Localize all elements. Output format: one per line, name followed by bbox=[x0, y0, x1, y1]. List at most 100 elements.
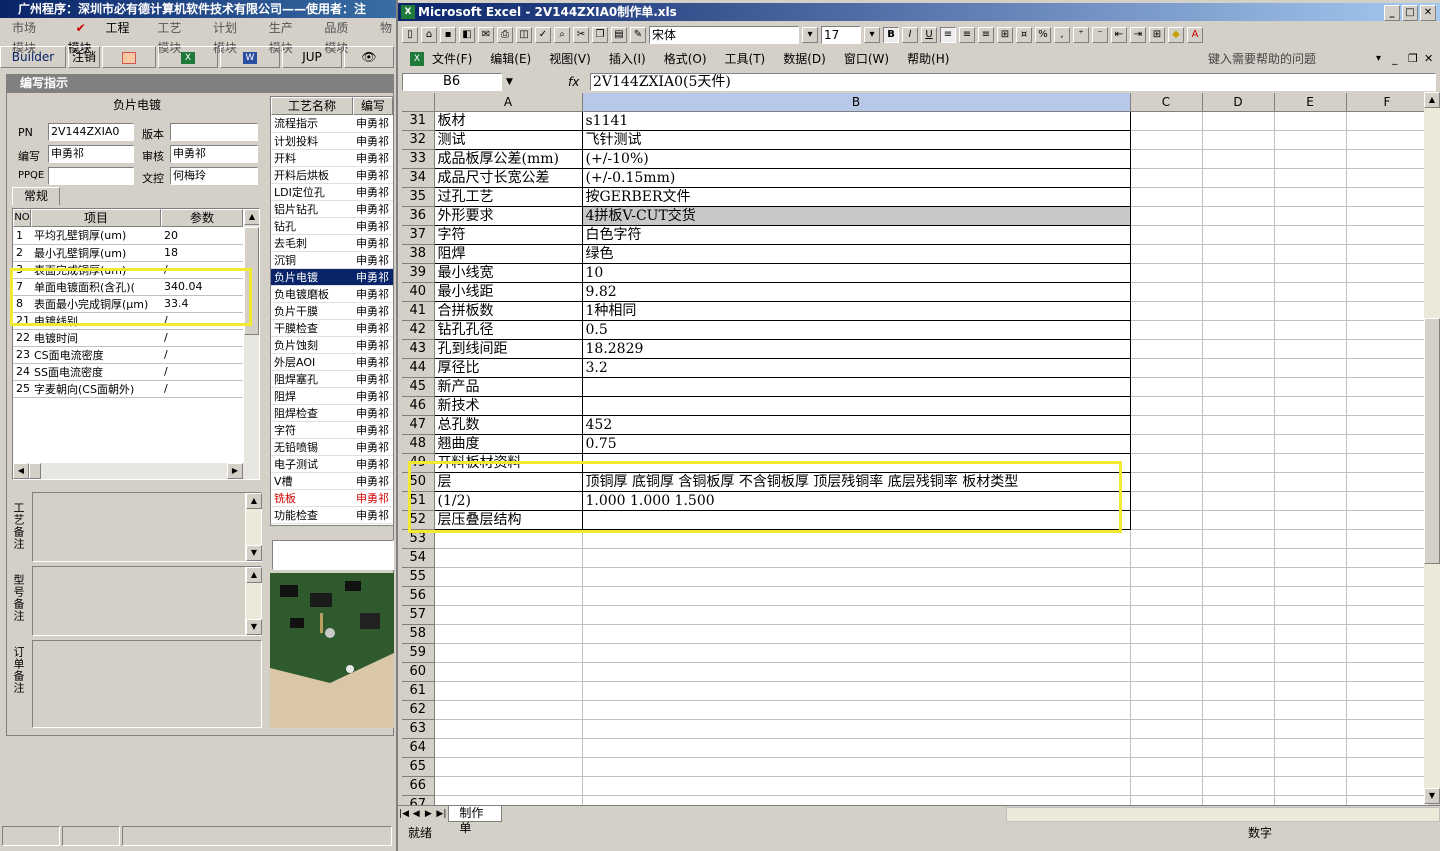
merge-center-icon[interactable]: ⊞ bbox=[997, 27, 1013, 43]
cell-c[interactable] bbox=[1130, 510, 1203, 530]
column-header-a[interactable]: A bbox=[434, 93, 583, 112]
cell-e[interactable] bbox=[1274, 776, 1347, 796]
process-row[interactable]: 沉铜 申勇祁 bbox=[271, 251, 393, 269]
cell-f[interactable] bbox=[1346, 643, 1428, 663]
row-header[interactable]: 41 bbox=[402, 301, 435, 321]
cell-c[interactable] bbox=[1130, 757, 1203, 777]
cell-f[interactable] bbox=[1346, 263, 1428, 283]
increase-decimal-icon[interactable]: ⁺ bbox=[1073, 27, 1089, 43]
params-row[interactable]: 2 最小孔壁铜厚(um) 18 bbox=[13, 244, 243, 262]
cell-b[interactable]: 0.5 bbox=[582, 320, 1131, 340]
cell-b[interactable] bbox=[582, 605, 1131, 625]
row-header[interactable]: 55 bbox=[402, 567, 435, 587]
italic-icon[interactable]: I bbox=[902, 27, 918, 43]
process-row[interactable]: 铣板 申勇祁 bbox=[271, 489, 393, 507]
cell-d[interactable] bbox=[1202, 168, 1275, 188]
doc-control-field[interactable]: 何梅玲 bbox=[170, 167, 258, 185]
font-color-icon[interactable]: A bbox=[1187, 27, 1203, 43]
cell-b[interactable] bbox=[582, 757, 1131, 777]
sheet-scroll-thumb[interactable] bbox=[1424, 318, 1440, 564]
cell-d[interactable] bbox=[1202, 529, 1275, 549]
row-header[interactable]: 43 bbox=[402, 339, 435, 359]
cell-b[interactable]: 飞针测试 bbox=[582, 130, 1131, 150]
cell-b[interactable]: 3.2 bbox=[582, 358, 1131, 378]
cell-f[interactable] bbox=[1346, 453, 1428, 473]
cell-f[interactable] bbox=[1346, 320, 1428, 340]
cell-d[interactable] bbox=[1202, 225, 1275, 245]
ppt-button[interactable] bbox=[102, 46, 156, 68]
minimize-icon[interactable]: _ bbox=[1384, 5, 1400, 21]
cell-e[interactable] bbox=[1274, 130, 1347, 150]
cell-c[interactable] bbox=[1130, 624, 1203, 644]
close-icon[interactable]: ✕ bbox=[1420, 5, 1436, 21]
cell-c[interactable] bbox=[1130, 700, 1203, 720]
row-header[interactable]: 54 bbox=[402, 548, 435, 568]
cell-a[interactable] bbox=[434, 757, 583, 777]
cell-f[interactable] bbox=[1346, 377, 1428, 397]
cell-d[interactable] bbox=[1202, 187, 1275, 207]
cell-a[interactable]: 钻孔孔径 bbox=[434, 320, 583, 340]
cell-f[interactable] bbox=[1346, 491, 1428, 511]
cell-e[interactable] bbox=[1274, 434, 1347, 454]
cell-a[interactable]: 最小线宽 bbox=[434, 263, 583, 283]
cell-a[interactable] bbox=[434, 624, 583, 644]
process-row[interactable]: 铝片钻孔 申勇祁 bbox=[271, 200, 393, 218]
process-search-field[interactable] bbox=[272, 540, 394, 570]
permission-icon[interactable]: ◧ bbox=[459, 27, 475, 43]
memo2-down-icon[interactable]: ▼ bbox=[246, 619, 262, 635]
menu-quality[interactable]: 品质模块 bbox=[316, 18, 368, 55]
cell-f[interactable] bbox=[1346, 301, 1428, 321]
decrease-decimal-icon[interactable]: ⁻ bbox=[1092, 27, 1108, 43]
research-icon[interactable]: ⌕ bbox=[554, 27, 570, 43]
increase-indent-icon[interactable]: ⇥ bbox=[1130, 27, 1146, 43]
row-header[interactable]: 44 bbox=[402, 358, 435, 378]
word-button[interactable]: W bbox=[220, 46, 280, 68]
row-header[interactable]: 35 bbox=[402, 187, 435, 207]
cell-c[interactable] bbox=[1130, 263, 1203, 283]
row-header[interactable]: 31 bbox=[402, 111, 435, 131]
new-icon[interactable]: ▯ bbox=[402, 27, 418, 43]
process-row[interactable]: V槽 申勇祁 bbox=[271, 472, 393, 490]
cell-f[interactable] bbox=[1346, 111, 1428, 131]
cell-d[interactable] bbox=[1202, 111, 1275, 131]
cell-f[interactable] bbox=[1346, 187, 1428, 207]
cell-e[interactable] bbox=[1274, 548, 1347, 568]
cell-a[interactable]: 开料板材资料 bbox=[434, 453, 583, 473]
cell-c[interactable] bbox=[1130, 472, 1203, 492]
name-box[interactable]: B6 bbox=[402, 73, 502, 91]
row-header[interactable]: 62 bbox=[402, 700, 435, 720]
cell-f[interactable] bbox=[1346, 681, 1428, 701]
row-header[interactable]: 34 bbox=[402, 168, 435, 188]
menu-production[interactable]: 生产模块 bbox=[261, 18, 313, 55]
mail-icon[interactable]: ✉ bbox=[478, 27, 494, 43]
cell-f[interactable] bbox=[1346, 434, 1428, 454]
cell-a[interactable] bbox=[434, 586, 583, 606]
cell-f[interactable] bbox=[1346, 586, 1428, 606]
help-dropdown-icon[interactable]: ▾ bbox=[1376, 48, 1381, 70]
cell-b[interactable]: s1141 bbox=[582, 111, 1131, 131]
process-row[interactable]: 负片干膜 申勇祁 bbox=[271, 302, 393, 320]
row-header[interactable]: 50 bbox=[402, 472, 435, 492]
row-header[interactable]: 64 bbox=[402, 738, 435, 758]
cell-a[interactable] bbox=[434, 700, 583, 720]
row-header[interactable]: 60 bbox=[402, 662, 435, 682]
column-header-c[interactable]: C bbox=[1130, 93, 1203, 112]
cell-a[interactable]: 阻焊 bbox=[434, 244, 583, 264]
menu-edit[interactable]: 编辑(E) bbox=[490, 48, 531, 70]
cell-e[interactable] bbox=[1274, 111, 1347, 131]
cell-f[interactable] bbox=[1346, 529, 1428, 549]
cell-a[interactable]: 合拼板数 bbox=[434, 301, 583, 321]
cell-e[interactable] bbox=[1274, 567, 1347, 587]
process-row[interactable]: 阻焊塞孔 申勇祁 bbox=[271, 370, 393, 388]
maximize-icon[interactable]: □ bbox=[1402, 5, 1418, 21]
copy-icon[interactable]: ❐ bbox=[592, 27, 608, 43]
first-sheet-icon[interactable]: |◀ bbox=[398, 809, 410, 819]
comma-icon[interactable]: , bbox=[1054, 27, 1070, 43]
cell-f[interactable] bbox=[1346, 662, 1428, 682]
cell-c[interactable] bbox=[1130, 282, 1203, 302]
cell-e[interactable] bbox=[1274, 263, 1347, 283]
hscroll-thumb[interactable] bbox=[29, 463, 41, 479]
row-header[interactable]: 53 bbox=[402, 529, 435, 549]
cell-b[interactable]: 18.2829 bbox=[582, 339, 1131, 359]
process-row[interactable]: 干膜检查 申勇祁 bbox=[271, 319, 393, 337]
